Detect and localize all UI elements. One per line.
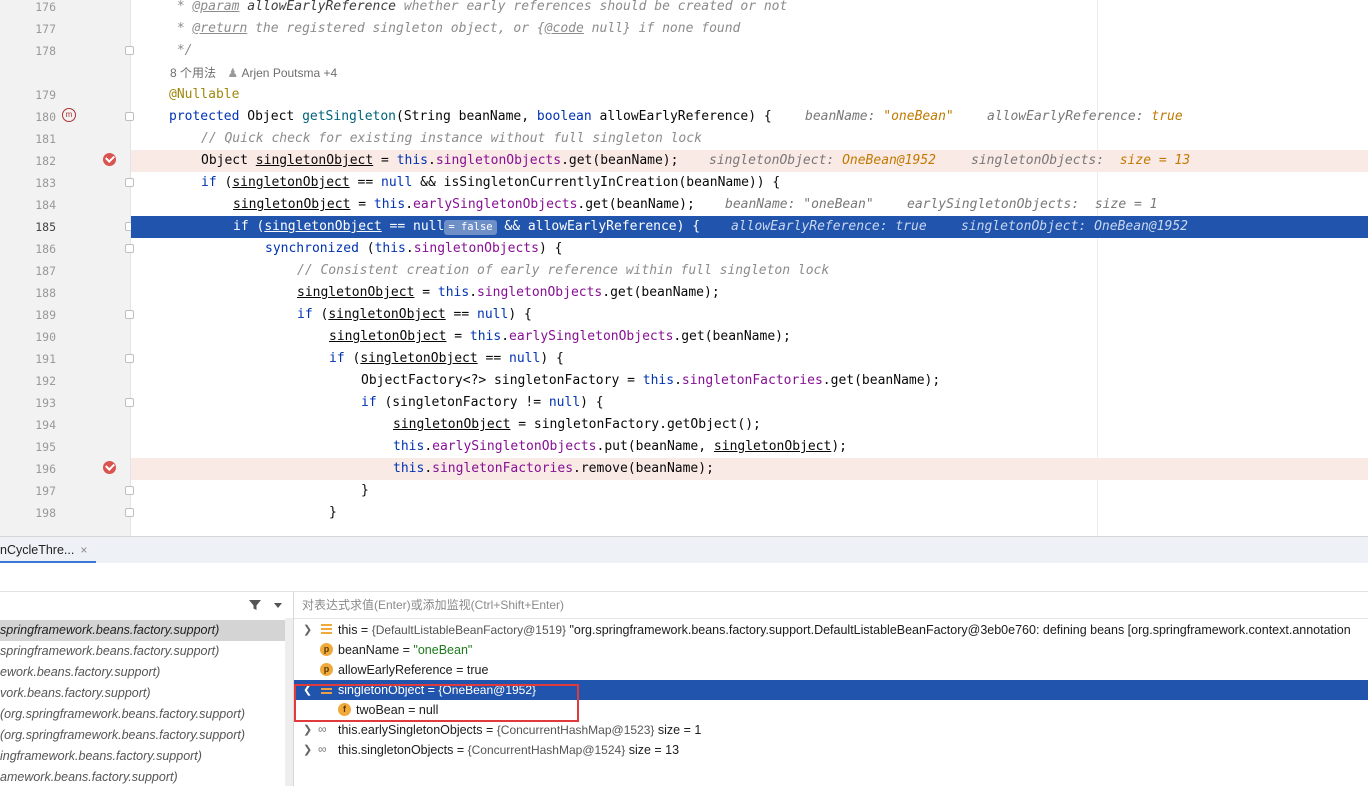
watch-icon: ∞ (318, 722, 327, 736)
line-number: 186 (35, 242, 56, 256)
code-line-196: this.singletonFactories.remove(beanName)… (131, 458, 1368, 480)
line-number: 178 (35, 44, 56, 58)
line-number: 189 (35, 308, 56, 322)
line-number: 194 (35, 418, 56, 432)
variable-row-earlySingletonObjects[interactable]: ❯ ∞ this.earlySingletonObjects = {Concur… (294, 720, 1368, 740)
chevron-down-icon[interactable] (274, 603, 282, 608)
line-number: 190 (35, 330, 56, 344)
debug-tab-bar: nCycleThre... × (0, 536, 1368, 564)
code-line-177: * @return the registered singleton objec… (169, 21, 741, 36)
line-number: 176 (35, 0, 56, 14)
frames-panel: springframework.beans.factory.support) sp… (0, 592, 294, 786)
stack-frame[interactable]: (org.springframework.beans.factory.suppo… (0, 725, 293, 746)
line-number: 184 (35, 198, 56, 212)
code-line-178: */ (169, 43, 193, 58)
code-line-187: // Consistent creation of early referenc… (297, 263, 830, 278)
chevron-right-icon[interactable]: ❯ (303, 740, 313, 760)
evaluate-placeholder: 对表达式求值(Enter)或添加监视(Ctrl+Shift+Enter) (302, 598, 565, 612)
line-number: 192 (35, 374, 56, 388)
line-number: 196 (35, 462, 56, 476)
code-vision-hint[interactable]: 8 个用法 ♟ Arjen Poutsma +4 (170, 62, 337, 84)
chevron-right-icon[interactable]: ❯ (303, 620, 313, 640)
highlight-annotation-box (294, 684, 579, 722)
code-line-186: synchronized (this.singletonObjects) { (265, 241, 563, 256)
line-number: 188 (35, 286, 56, 300)
filter-icon[interactable] (248, 598, 262, 612)
code-line-181: // Quick check for existing instance wit… (201, 131, 702, 146)
stack-frame[interactable]: springframework.beans.factory.support) (0, 641, 293, 662)
frames-header (0, 592, 293, 618)
chevron-right-icon[interactable]: ❯ (303, 720, 313, 740)
stack-frame[interactable]: ework.beans.factory.support) (0, 662, 293, 683)
author-name[interactable]: Arjen Poutsma +4 (241, 66, 337, 80)
stack-frame[interactable]: amework.beans.factory.support) (0, 767, 293, 786)
variable-row-singletonObjects[interactable]: ❯ ∞ this.singletonObjects = {ConcurrentH… (294, 740, 1368, 760)
code-line-176: * @param allowEarlyReference whether ear… (169, 0, 788, 14)
line-number: 182 (35, 154, 56, 168)
editor-left-strip (0, 0, 28, 536)
line-number: 197 (35, 484, 56, 498)
variable-row-allowEarlyReference[interactable]: p allowEarlyReference = true (294, 660, 1368, 680)
parameter-icon: p (320, 643, 333, 656)
line-number: 180 (35, 110, 56, 124)
code-line-197: } (361, 483, 369, 498)
close-icon[interactable]: × (80, 543, 87, 557)
debug-toolbar (0, 563, 1368, 592)
variable-row-this[interactable]: ❯ this = {DefaultListableBeanFactory@151… (294, 620, 1368, 640)
code-line-183: if (singletonObject == null && isSinglet… (201, 175, 781, 190)
code-line-184: singletonObject = this.earlySingletonObj… (233, 197, 1158, 212)
code-line-188: singletonObject = this.singletonObjects.… (297, 285, 720, 300)
breakpoint-icon[interactable] (103, 153, 116, 166)
line-number: 179 (35, 88, 56, 102)
line-number: 177 (35, 22, 56, 36)
code-line-189: if (singletonObject == null) { (297, 307, 532, 322)
code-line-182: Object singletonObject = this.singletonO… (131, 150, 1368, 172)
object-icon (320, 623, 333, 636)
usages-count[interactable]: 8 个用法 (170, 66, 216, 80)
line-number: 183 (35, 176, 56, 190)
line-number: 181 (35, 132, 56, 146)
code-line-192: ObjectFactory<?> singletonFactory = this… (361, 373, 941, 388)
code-line-195: this.earlySingletonObjects.put(beanName,… (393, 439, 847, 454)
code-line-191: if (singletonObject == null) { (329, 351, 564, 366)
parameter-icon: p (320, 663, 333, 676)
evaluate-expression-field[interactable]: 对表达式求值(Enter)或添加监视(Ctrl+Shift+Enter) (294, 592, 1368, 619)
line-number: 195 (35, 440, 56, 454)
tab-debug-session-label: nCycleThre... (0, 543, 75, 557)
code-line-179: @Nullable (169, 87, 240, 102)
code-editor[interactable]: 176 177 178 179 180 181 182 183 184 185 186 187 188 1… (0, 0, 1368, 536)
code-line-185-current: if (singletonObject == null = false && al… (131, 216, 1368, 238)
code-line-193: if (singletonFactory != null) { (361, 395, 604, 410)
variable-row-beanName[interactable]: p beanName = "oneBean" (294, 640, 1368, 660)
override-marker-icon[interactable]: m (62, 108, 76, 122)
author-icon: ♟ (227, 66, 239, 80)
line-number: 187 (35, 264, 56, 278)
line-number: 185 (35, 220, 56, 234)
stack-frame[interactable]: ingframework.beans.factory.support) (0, 746, 293, 767)
code-line-180: protected Object getSingleton(String bea… (169, 109, 1183, 124)
code-line-198: } (329, 505, 337, 520)
stack-frame[interactable]: vork.beans.factory.support) (0, 683, 293, 704)
line-number: 198 (35, 506, 56, 520)
stack-frame[interactable]: springframework.beans.factory.support) (0, 620, 293, 641)
line-number: 191 (35, 352, 56, 366)
stack-frame[interactable]: (org.springframework.beans.factory.suppo… (0, 704, 293, 725)
code-line-194: singletonObject = singletonFactory.getOb… (393, 417, 761, 432)
tab-debug-session[interactable]: nCycleThre... × (0, 537, 96, 564)
watch-icon: ∞ (318, 742, 327, 756)
line-number: 193 (35, 396, 56, 410)
frames-scrollbar[interactable] (285, 618, 293, 786)
inline-value-badge: = false (444, 220, 497, 235)
variables-panel: 对表达式求值(Enter)或添加监视(Ctrl+Shift+Enter) ❯ t… (294, 592, 1368, 786)
breakpoint-icon[interactable] (103, 461, 116, 474)
code-line-190: singletonObject = this.earlySingletonObj… (329, 329, 791, 344)
